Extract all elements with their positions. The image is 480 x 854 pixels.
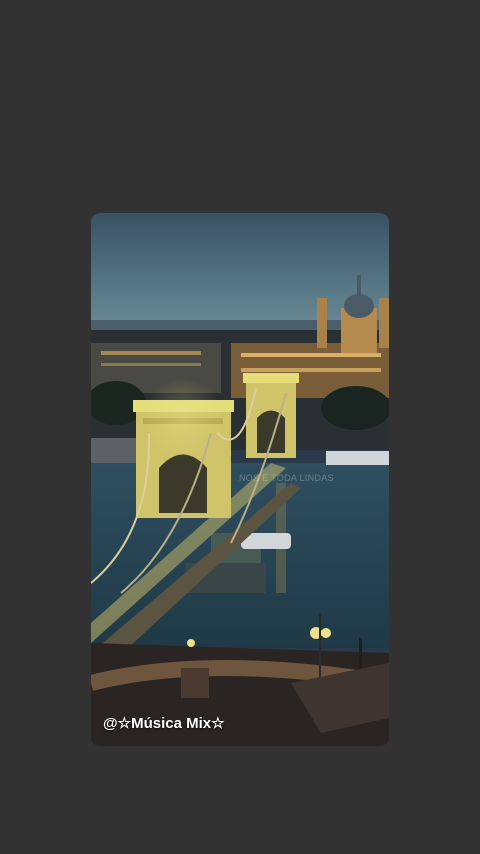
watermark-text: NOS É TODA LINDAS	[239, 473, 334, 483]
video-card[interactable]: NOS É TODA LINDAS @☆Música Mix☆	[91, 213, 389, 746]
caption-text: @☆Música Mix☆	[103, 715, 225, 732]
